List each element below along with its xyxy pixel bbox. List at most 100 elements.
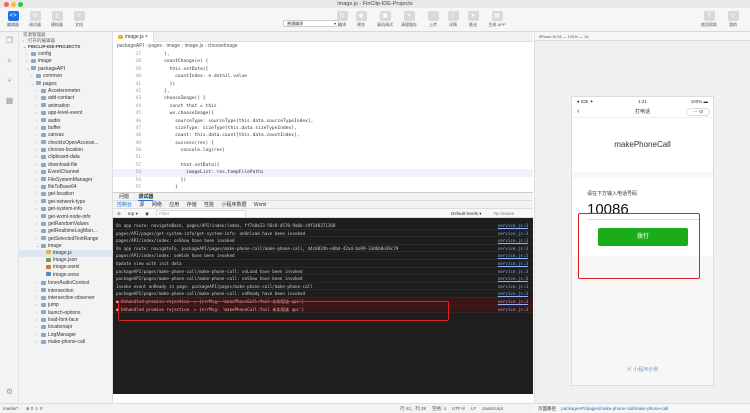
breadcrumb-item[interactable]: pages [148, 43, 162, 49]
tree-folder[interactable]: › animation [19, 102, 112, 109]
indent-setting[interactable]: 空格: 4 [432, 404, 446, 413]
files-icon[interactable]: ❐ [5, 36, 14, 45]
tab-console[interactable]: 控制台 [117, 202, 132, 208]
encoding-setting[interactable]: UTF-8 [452, 404, 465, 413]
log-source-link[interactable]: service.js:3 [498, 237, 528, 244]
close-tab-icon[interactable]: × [145, 34, 148, 40]
log-source-link[interactable]: service.js:3 [498, 230, 528, 237]
tree-folder[interactable]: › InnerAudioContext [19, 279, 112, 286]
log-levels-select[interactable]: Default levels ▾ [451, 209, 482, 218]
tab-performance[interactable]: 性能 [204, 202, 214, 208]
breadcrumb-item[interactable]: packageAPI [117, 43, 144, 49]
tab-image-js[interactable]: image.js × [113, 32, 154, 42]
help-button[interactable]: ? 使用帮助 [700, 11, 718, 27]
tree-folder[interactable]: › load-font-face [19, 316, 112, 323]
tree-folder[interactable]: › choose-location [19, 146, 112, 153]
tree-folder[interactable]: › checkIsOpenAccessi... [19, 139, 112, 146]
issues-badge[interactable]: No Issues [494, 209, 514, 218]
minimize-window-button[interactable] [11, 2, 16, 7]
tree-folder[interactable]: › app-level-event [19, 109, 112, 116]
tree-folder[interactable]: › download-file [19, 161, 112, 168]
tab-sources[interactable]: 源 [139, 202, 144, 208]
search-icon[interactable]: ⌕ [5, 56, 14, 65]
tree-folder[interactable]: › jump [19, 301, 112, 308]
log-source-link[interactable]: service.js:3 [498, 290, 528, 297]
cursor-position[interactable]: 行 42，列 39 [400, 404, 426, 413]
log-source-link[interactable]: service.js:3 [498, 283, 528, 290]
capsule-menu[interactable]: ··· ⊙ [686, 108, 710, 116]
log-source-link[interactable]: service.js:3 [498, 306, 528, 313]
tree-folder[interactable]: › get-location [19, 190, 112, 197]
tree-folder[interactable]: › audio [19, 117, 112, 124]
branch-indicator[interactable]: master* [3, 406, 19, 411]
problems-indicator[interactable]: ⊗ 0 ⚠ 0 [26, 406, 43, 411]
debugger-button[interactable]: ⚙ 调试器 [26, 11, 44, 27]
tree-folder[interactable]: › EventChannel [19, 168, 112, 175]
tree-file[interactable]: image.json [19, 257, 112, 264]
tree-folder[interactable]: › get-system-info [19, 205, 112, 212]
tab-network[interactable]: 网络 [152, 202, 162, 208]
tree-folder[interactable]: › getRealtimeLogMan... [19, 227, 112, 234]
compile-mode-select[interactable]: 普通编译 ▾ [283, 20, 339, 27]
tree-folder[interactable]: › add-contact [19, 94, 112, 101]
tab-problems[interactable]: 问题 [119, 194, 129, 200]
log-source-link[interactable]: service.js:3 [498, 275, 528, 282]
log-source-link[interactable]: service.js:3 [498, 245, 528, 252]
context-select[interactable]: top ▾ [128, 211, 138, 216]
maximize-window-button[interactable] [18, 2, 23, 7]
tab-application[interactable]: 应用 [169, 202, 179, 208]
tree-folder[interactable]: › get-network-type [19, 198, 112, 205]
log-source-link[interactable]: service.js:3 [498, 260, 528, 267]
compile-button[interactable]: ↻ 编译 [333, 11, 351, 27]
tree-folder[interactable]: › intersection [19, 287, 112, 294]
tree-folder[interactable]: › image [19, 57, 112, 64]
eol-setting[interactable]: LF [471, 404, 476, 413]
tab-debugger[interactable]: 调试器 [138, 194, 154, 201]
console-filter-input[interactable]: Filter [156, 210, 247, 218]
tab-wxml[interactable]: Wxml [254, 202, 267, 208]
tree-folder[interactable]: › FileSystemManager [19, 176, 112, 183]
tree-folder[interactable]: › make-phone-call [19, 338, 112, 345]
tree-folder[interactable]: › LogManager [19, 331, 112, 338]
language-mode[interactable]: JavaScript [482, 404, 503, 413]
clear-console-icon[interactable]: ⊘ [117, 211, 121, 216]
breadcrumb-item[interactable]: image.js [185, 43, 204, 49]
generate-app-button[interactable]: ▦ 生成 APP [485, 11, 509, 27]
tree-folder[interactable]: › launch-options [19, 309, 112, 316]
tree-folder[interactable]: › intersection-observer [19, 294, 112, 301]
breadcrumb-item[interactable]: chooseImage [208, 43, 238, 49]
log-source-link[interactable]: service.js:3 [498, 268, 528, 275]
more-icon[interactable]: ··· [693, 109, 698, 115]
source-control-icon[interactable]: ⑂ [5, 76, 14, 85]
simulator-device-bar[interactable]: iPhone 6/7/8 — 100% — 16 [535, 32, 750, 41]
tab-storage[interactable]: 存储 [187, 202, 197, 208]
tree-folder[interactable]: › getSelectedTextRange [19, 235, 112, 242]
close-miniapp-icon[interactable]: ⊙ [699, 109, 703, 115]
breadcrumb-item[interactable]: image [167, 43, 181, 49]
tree-folder[interactable]: ⌄ pages [19, 80, 112, 87]
docs-button[interactable]: ≡ 文档 [70, 11, 88, 27]
log-source-link[interactable]: service.js:3 [498, 298, 528, 305]
page-path-link[interactable]: packageAPI/pages/make-phone-call/make-ph… [561, 406, 668, 411]
tree-folder[interactable]: › getRandomValues [19, 220, 112, 227]
tree-folder[interactable]: › Accelerometer [19, 87, 112, 94]
tree-folder[interactable]: › canvas [19, 131, 112, 138]
tree-folder[interactable]: › common [19, 72, 112, 79]
preview-button[interactable]: ◉ 预览 [352, 11, 370, 27]
simulator-button[interactable]: ▯ 模拟器 [48, 11, 66, 27]
editor-button[interactable]: <> 编辑器 [4, 11, 22, 27]
upload-button[interactable]: ↑ 上传 [424, 11, 442, 27]
tree-folder[interactable]: › clipboard-data [19, 153, 112, 160]
clear-cache-button[interactable]: ✕ 清理缓存 [400, 11, 418, 27]
tree-folder[interactable]: › fileToBase64 [19, 183, 112, 190]
details-button[interactable]: i 详情 [444, 11, 462, 27]
tree-file[interactable]: image.wxml [19, 264, 112, 271]
tree-folder[interactable]: › locationapi [19, 323, 112, 330]
log-source-link[interactable]: service.js:3 [498, 222, 528, 229]
tree-file[interactable]: image.js [19, 249, 112, 257]
tree-folder[interactable]: › config [19, 50, 112, 57]
tree-folder[interactable]: ⌄ packageAPI [19, 65, 112, 72]
log-source-link[interactable]: service.js:3 [498, 252, 528, 259]
tree-file[interactable]: image.wxss [19, 272, 112, 279]
device-debug-button[interactable]: ▣ 真机调试 [376, 11, 394, 27]
